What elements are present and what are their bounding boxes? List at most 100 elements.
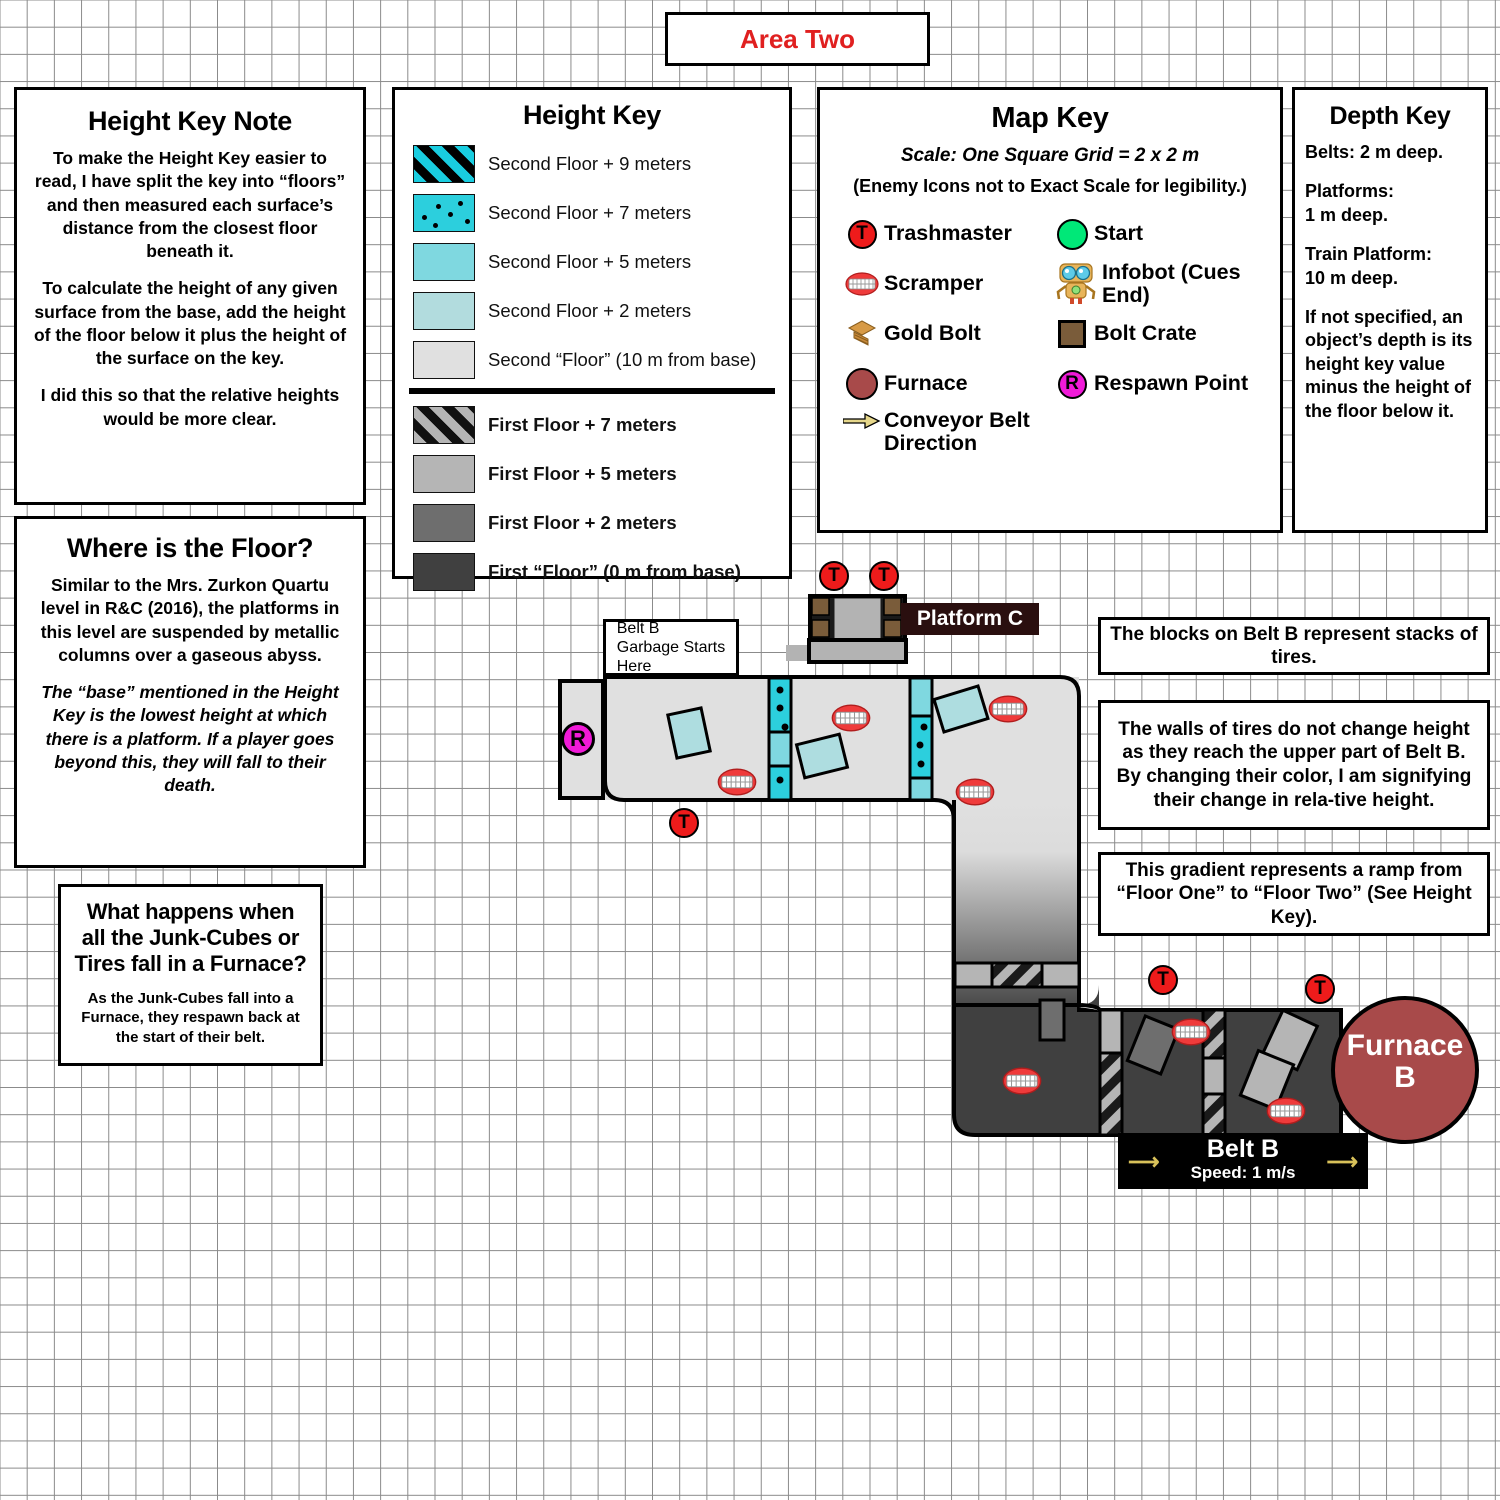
height-key-row: Second “Floor” (10 m from base): [395, 335, 789, 384]
note-text: The walls of tires do not change height …: [1116, 718, 1472, 811]
depth-key-heading: Depth Key: [1329, 102, 1451, 130]
scramper-marker: [717, 768, 757, 796]
map-key-label: Start: [1094, 221, 1143, 246]
junk-cube: [1260, 1008, 1320, 1072]
map-key-item-respawn: R Respawn Point: [1050, 359, 1260, 409]
trashmaster-marker: T: [869, 561, 899, 591]
height-key-label: Second Floor + 7 meters: [488, 201, 692, 223]
height-key-row: Second Floor + 2 meters: [395, 286, 789, 335]
swatch-first-floor-5m: [413, 454, 475, 493]
ramp-gradient: [954, 800, 1079, 1005]
note-blocks-on-belt-b: The blocks on Belt B represent stacks of…: [1098, 617, 1490, 675]
depth-key-default: If not specified, an object’s depth is i…: [1305, 306, 1473, 421]
swatch-first-floor-base: [413, 552, 475, 591]
map-key-label: Furnace: [884, 371, 968, 396]
platform-c: [786, 594, 908, 664]
tire-wall-upper-2: [908, 676, 934, 802]
junk-cubes-panel: What happens when all the Junk-Cubes or …: [58, 884, 323, 1066]
where-floor-heading: Where is the Floor?: [66, 533, 314, 563]
swatch-first-floor-7m: [413, 405, 475, 444]
trashmaster-glyph: T: [1157, 969, 1169, 990]
height-key-label: First Floor + 5 meters: [488, 462, 677, 484]
scramper-marker: [831, 704, 871, 732]
map-key-left-column: T Trashmaster Scramper Gold Bolt Furnace…: [840, 209, 1050, 455]
height-key-label: First Floor + 2 meters: [488, 511, 677, 533]
scramper-icon: [840, 272, 884, 296]
height-key-row: Second Floor + 7 meters: [395, 188, 789, 237]
map-key-item-start: Start: [1050, 209, 1260, 259]
scramper-marker: [1266, 1097, 1306, 1125]
furnace-b-label: Furnace B: [1340, 1029, 1470, 1094]
junk-cube: [666, 706, 712, 760]
depth-key-belts: Belts: 2 m deep.: [1305, 142, 1444, 162]
where-floor-p1: Similar to the Mrs. Zurkon Quartu level …: [40, 575, 340, 665]
height-key-row: First Floor + 5 meters: [395, 449, 789, 498]
belt-b-start-text: Belt B Garbage Starts Here: [616, 619, 726, 676]
scramper-marker: [1171, 1018, 1211, 1046]
height-key-note-p3: I did this so that the relative heights …: [40, 385, 340, 429]
junk-cube: [794, 732, 850, 780]
height-key-label: First Floor + 7 meters: [488, 413, 677, 435]
conveyor-arrow-icon: ⟶: [1326, 1149, 1358, 1174]
height-key-label: Second Floor + 5 meters: [488, 250, 692, 272]
trashmaster-glyph: T: [828, 565, 840, 586]
map-key-label: Respawn Point: [1094, 371, 1249, 396]
platform-c-label-text: Platform C: [916, 607, 1024, 630]
belt-b-garbage-start-label: Belt B Garbage Starts Here: [603, 619, 739, 676]
trashmaster-marker: T: [1305, 974, 1335, 1004]
belt-b-name: Belt B: [1206, 1135, 1280, 1164]
height-key-note-p1: To make the Height Key easier to read, I…: [34, 148, 346, 262]
swatch-second-floor-7m: [413, 193, 475, 232]
map-key-item-furnace: Furnace: [840, 359, 1050, 409]
depth-key-train-platform: Train Platform: 10 m deep.: [1305, 244, 1433, 288]
trashmaster-glyph: T: [1314, 978, 1326, 999]
map-key-item-infobot: Infobot (Cues End): [1050, 259, 1260, 309]
height-key-note-p2: To calculate the height of any given sur…: [33, 278, 347, 369]
height-key-row: Second Floor + 9 meters: [395, 139, 789, 188]
trashmaster-marker: T: [1148, 965, 1178, 995]
belt-b-label: ⟶ ⟶ Belt B Speed: 1 m/s: [1118, 1133, 1368, 1189]
scramper-marker: [988, 695, 1028, 723]
trashmaster-marker: T: [819, 561, 849, 591]
furnace-icon: [840, 368, 884, 400]
height-key-heading: Height Key: [522, 100, 662, 130]
tire-wall-upper-1: [767, 676, 793, 802]
swatch-second-floor-9m: [413, 144, 475, 183]
trashmaster-marker: T: [669, 808, 699, 838]
map-key-label: Infobot (Cues End): [1102, 259, 1241, 307]
swatch-second-floor-2m: [413, 291, 475, 330]
area-title-box: Area Two: [665, 12, 930, 66]
map-key-right-column: Start Infobot (Cues End) Bolt Crate R Re…: [1050, 209, 1260, 455]
height-key-panel: Height Key Second Floor + 9 meters Secon…: [392, 87, 792, 591]
height-key-label: Second Floor + 2 meters: [488, 299, 692, 321]
junk-cube: [1038, 998, 1066, 1042]
trashmaster-glyph: T: [678, 812, 690, 833]
where-floor-p2: The “base” mentioned in the Height Key i…: [41, 682, 339, 796]
map-key-label: Scramper: [884, 271, 984, 296]
swatch-first-floor-2m: [413, 503, 475, 542]
junk-cubes-heading: What happens when all the Junk-Cubes or …: [74, 899, 307, 976]
scramper-marker: [955, 778, 995, 806]
note-walls-of-tires: The walls of tires do not change height …: [1098, 700, 1490, 830]
gold-bolt-icon: [840, 319, 884, 349]
trashmaster-icon: T: [840, 219, 884, 249]
map-key-panel: Map Key Scale: One Square Grid = 2 x 2 m…: [817, 87, 1283, 533]
height-key-label: First “Floor” (0 m from base): [488, 560, 741, 582]
swatch-second-floor-base: [413, 340, 475, 379]
map-key-item-scramper: Scramper: [840, 259, 1050, 309]
note-gradient-ramp: This gradient represents a ramp from “Fl…: [1098, 852, 1490, 936]
note-text: This gradient represents a ramp from “Fl…: [1116, 859, 1472, 928]
map-key-scale: Scale: One Square Grid = 2 x 2 m: [900, 145, 1200, 166]
scramper-marker: [1002, 1067, 1042, 1095]
map-key-label: Conveyor Belt Direction: [884, 408, 1030, 456]
map-key-item-bolt-crate: Bolt Crate: [1050, 309, 1260, 359]
height-key-row: Second Floor + 5 meters: [395, 237, 789, 286]
map-key-label: Trashmaster: [884, 221, 1012, 246]
depth-key-platforms: Platforms: 1 m deep.: [1305, 181, 1395, 225]
height-key-row: First Floor + 7 meters: [395, 400, 789, 449]
belt-b-speed: Speed: 1 m/s: [1190, 1163, 1296, 1183]
map-key-item-conveyor: Conveyor Belt Direction: [840, 408, 1050, 456]
map-key-item-trashmaster: T Trashmaster: [840, 209, 1050, 259]
junk-cubes-p1: As the Junk-Cubes fall into a Furnace, t…: [81, 989, 300, 1046]
height-key-label: Second Floor + 9 meters: [488, 152, 692, 174]
